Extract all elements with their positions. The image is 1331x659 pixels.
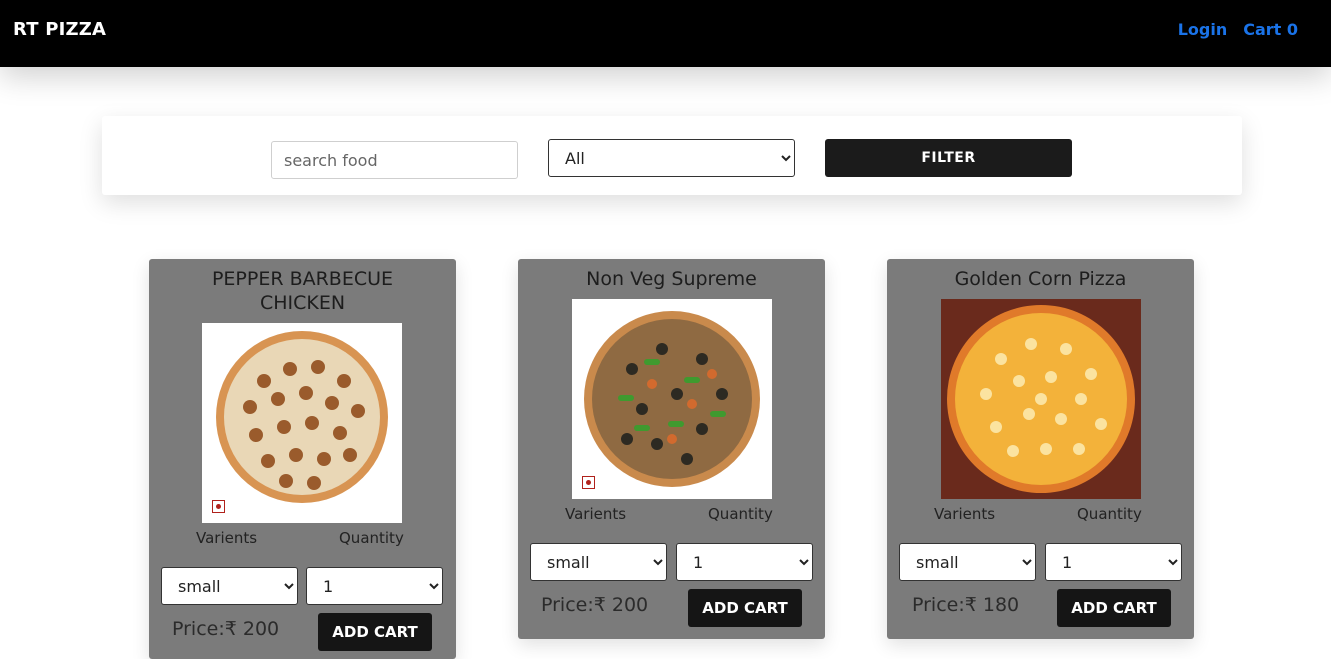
pizza-name: Non Veg Supreme [586, 268, 757, 290]
pizza-name: PEPPER BARBECUE CHICKEN [149, 267, 456, 315]
variant-select[interactable]: small [161, 567, 298, 605]
price-label: Price:₹ 180 [912, 594, 1020, 616]
quantity-label: Quantity [1077, 505, 1142, 523]
variant-select[interactable]: small [899, 543, 1036, 581]
quantity-select[interactable]: 1 [1045, 543, 1182, 581]
quantity-select[interactable]: 1 [306, 567, 443, 605]
navbar: RT PIZZA Login Cart 0 [0, 0, 1331, 67]
pizza-image [202, 323, 402, 523]
filter-bar: All FILTER [102, 116, 1242, 195]
pizza-card: Golden Corn Pizza Varients Quantity smal… [887, 259, 1194, 639]
category-select[interactable]: All [548, 139, 795, 177]
varients-label: Varients [196, 529, 258, 547]
quantity-label: Quantity [339, 529, 404, 547]
add-cart-button[interactable]: ADD CART [1057, 589, 1171, 627]
cart-link[interactable]: Cart 0 [1243, 20, 1298, 39]
pizza-name: Golden Corn Pizza [954, 268, 1127, 290]
pizza-card: Non Veg Supreme Varients Quantity small [518, 259, 825, 639]
pizza-image [941, 299, 1141, 499]
quantity-select[interactable]: 1 [676, 543, 813, 581]
varients-label: Varients [565, 505, 627, 523]
price-label: Price:₹ 200 [541, 594, 649, 616]
non-veg-icon [212, 500, 225, 513]
brand-logo[interactable]: RT PIZZA [13, 19, 106, 40]
variant-select[interactable]: small [530, 543, 667, 581]
add-cart-button[interactable]: ADD CART [688, 589, 802, 627]
pizza-card: PEPPER BARBECUE CHICKEN Varients Quantit… [149, 259, 456, 659]
pizza-image [572, 299, 772, 499]
quantity-label: Quantity [708, 505, 773, 523]
pizza-name-line2: CHICKEN [259, 292, 346, 314]
price-label: Price:₹ 200 [172, 618, 280, 640]
search-input[interactable] [271, 141, 518, 179]
nav-links: Login Cart 0 [1178, 20, 1298, 39]
login-link[interactable]: Login [1178, 20, 1228, 39]
filter-button[interactable]: FILTER [825, 139, 1072, 177]
varients-label: Varients [934, 505, 996, 523]
non-veg-icon [582, 476, 595, 489]
pizza-name-line1: PEPPER BARBECUE [211, 268, 394, 290]
add-cart-button[interactable]: ADD CART [318, 613, 432, 651]
